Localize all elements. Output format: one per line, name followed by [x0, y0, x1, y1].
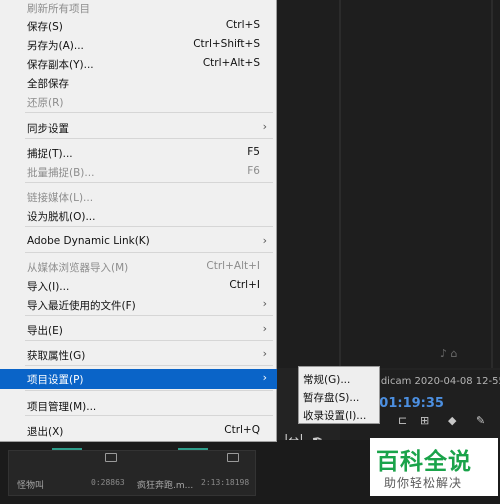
clip-duration: 0:28863 — [91, 478, 125, 487]
menu-item-label: Adobe Dynamic Link(K) — [27, 235, 150, 247]
menu-shortcut: F6 — [247, 165, 260, 177]
menu-item-get-properties[interactable]: 获取属性(G) › — [0, 345, 277, 365]
menu-item-project-manager[interactable]: 项目管理(M)... — [0, 396, 277, 416]
menu-item-label: 导入最近使用的文件(F) — [27, 300, 136, 312]
menu-item-label: 还原(R) — [27, 97, 64, 109]
snap-icon[interactable]: ⊏ — [398, 414, 407, 427]
project-settings-submenu: 常规(G)... 暂存盘(S)... 收录设置(I)... — [298, 366, 380, 424]
premiere-window: ♪ ⌂ bandicam 2020-04-08 12-55-18- 00:01:… — [0, 0, 500, 504]
menu-item-label: 项目设置(P) — [27, 374, 84, 386]
menu-separator — [25, 182, 273, 183]
menu-item-import-from-browser[interactable]: 从媒体浏览器导入(M) Ctrl+Alt+I — [0, 257, 277, 277]
menu-item-save-all[interactable]: 全部保存 — [0, 73, 277, 93]
menu-item-revert[interactable]: 还原(R) — [0, 92, 277, 112]
watermark: 百科全说 助你轻松解决 — [370, 438, 498, 496]
menu-shortcut: Ctrl+S — [225, 19, 260, 31]
menu-item-label: 项目管理(M)... — [27, 401, 97, 413]
submenu-item-scratch-disks[interactable]: 暂存盘(S)... — [303, 390, 359, 405]
menu-separator — [25, 112, 273, 113]
menu-item-save-as[interactable]: 另存为(A)... Ctrl+Shift+S — [0, 35, 277, 55]
menu-item-label: 从媒体浏览器导入(M) — [27, 262, 129, 274]
submenu-arrow-icon: › — [262, 297, 267, 310]
menu-shortcut: F5 — [247, 146, 260, 158]
menu-item-label: 退出(X) — [27, 426, 64, 438]
menu-item-label: 捕捉(T)... — [27, 148, 73, 160]
panel-divider — [491, 0, 493, 368]
menu-item-label: 设为脱机(O)... — [27, 211, 96, 223]
monitor-controls[interactable]: ♪ ⌂ — [440, 347, 458, 360]
menu-item-label: 保存(S) — [27, 21, 63, 33]
menu-item-sync-settings[interactable]: 同步设置 › — [0, 118, 277, 138]
sequence-icon — [227, 453, 239, 462]
menu-item-label: 导出(E) — [27, 325, 63, 337]
submenu-arrow-icon: › — [262, 371, 267, 384]
clip-duration: 2:13:18198 — [201, 478, 250, 487]
menu-shortcut: Ctrl+Q — [224, 424, 260, 436]
submenu-item-general[interactable]: 常规(G)... — [303, 372, 350, 387]
add-marker-icon[interactable]: ◆ — [448, 414, 456, 427]
menu-separator — [25, 315, 273, 316]
menu-item-label: 同步设置 — [27, 123, 69, 135]
watermark-tagline: 助你轻松解决 — [384, 476, 463, 490]
menu-shortcut: Ctrl+Alt+S — [202, 57, 260, 69]
menu-item-save-copy[interactable]: 保存副本(Y)... Ctrl+Alt+S — [0, 54, 277, 74]
submenu-arrow-icon: › — [262, 120, 267, 133]
menu-item-make-offline[interactable]: 设为脱机(O)... — [0, 206, 277, 226]
clip-name[interactable]: 疯狂奔跑.m... — [137, 478, 193, 491]
menu-item-export[interactable]: 导出(E) › — [0, 320, 277, 340]
linked-selection-icon[interactable]: ⊞ — [420, 414, 429, 427]
menu-separator — [25, 138, 273, 139]
sequence-tab[interactable]: bandicam 2020-04-08 12-55-18- — [362, 376, 500, 387]
watermark-brand: 百科全说 — [376, 449, 472, 475]
menu-item-label: 全部保存 — [27, 78, 69, 90]
menu-item-capture[interactable]: 捕捉(T)... F5 — [0, 143, 277, 163]
menu-item-label: 刷新所有项目 — [27, 3, 90, 15]
menu-item-label: 保存副本(Y)... — [27, 59, 94, 71]
menu-item-link-media[interactable]: 链接媒体(L)... — [0, 187, 277, 207]
menu-separator — [25, 415, 273, 416]
submenu-item-ingest-settings[interactable]: 收录设置(I)... — [303, 408, 366, 423]
menu-item-import-recent[interactable]: 导入最近使用的文件(F) › — [0, 295, 277, 315]
wrench-icon[interactable]: ✎ — [476, 414, 485, 427]
menu-separator — [25, 340, 273, 341]
menu-shortcut: Ctrl+Alt+I — [206, 260, 260, 272]
clip-name[interactable]: 怪物叫 — [17, 478, 44, 491]
submenu-arrow-icon: › — [262, 347, 267, 360]
menu-shortcut: Ctrl+I — [229, 279, 260, 291]
menu-item-label: 链接媒体(L)... — [27, 192, 94, 204]
menu-separator — [25, 252, 273, 253]
menu-item-import[interactable]: 导入(I)... Ctrl+I — [0, 276, 277, 296]
menu-item-save[interactable]: 保存(S) Ctrl+S — [0, 16, 277, 36]
submenu-arrow-icon: › — [262, 234, 267, 247]
project-clip-list: 怪物叫 0:28863 疯狂奔跑.m... 2:13:18198 — [8, 450, 256, 496]
menu-item-project-settings[interactable]: 项目设置(P) › — [0, 369, 277, 389]
menu-item-label: 获取属性(G) — [27, 350, 86, 362]
menu-separator — [25, 226, 273, 227]
menu-shortcut: Ctrl+Shift+S — [193, 38, 260, 50]
menu-item-exit[interactable]: 退出(X) Ctrl+Q — [0, 421, 277, 441]
menu-item-label: 导入(I)... — [27, 281, 70, 293]
menu-item-batch-capture[interactable]: 批量捕捉(B)... F6 — [0, 162, 277, 182]
sequence-icon — [105, 453, 117, 462]
menu-item-label: 另存为(A)... — [27, 40, 84, 52]
menu-item-dynamic-link[interactable]: Adobe Dynamic Link(K) › — [0, 232, 277, 252]
submenu-arrow-icon: › — [262, 322, 267, 335]
menu-separator — [25, 390, 273, 391]
menu-separator — [25, 365, 273, 366]
file-menu: 刷新所有项目 保存(S) Ctrl+S 另存为(A)... Ctrl+Shift+S… — [0, 0, 277, 442]
menu-item-label: 批量捕捉(B)... — [27, 167, 95, 179]
program-monitor-panel — [277, 0, 500, 368]
panel-divider — [339, 0, 341, 368]
